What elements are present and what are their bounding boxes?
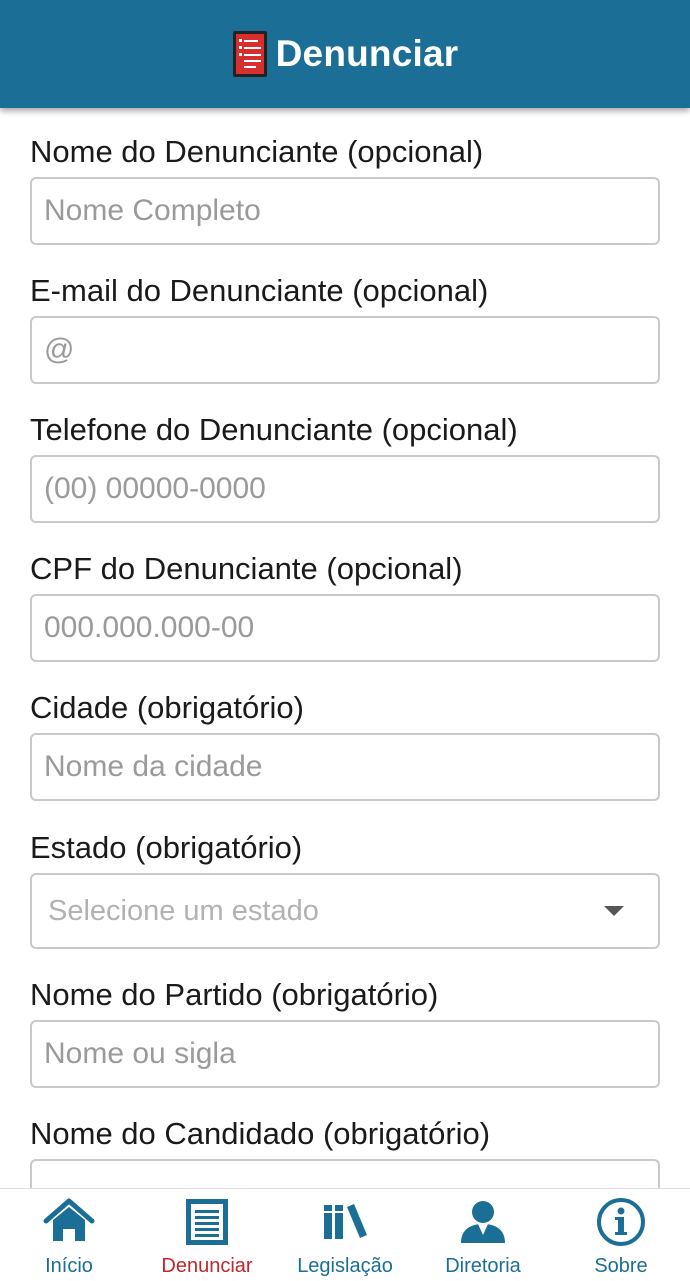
reporter-name-label: Nome do Denunciante (opcional) [30, 134, 484, 169]
document-icon [186, 1199, 228, 1245]
page-title: Denunciar [275, 33, 459, 74]
reporter-cpf-label: CPF do Denunciante (opcional) [30, 551, 463, 586]
nav-label-inicio: Início [45, 1255, 93, 1277]
report-form-icon [232, 31, 267, 77]
reporter-cpf-input[interactable] [30, 594, 660, 662]
nav-label-sobre: Sobre [594, 1255, 648, 1277]
reporter-phone-label: Telefone do Denunciante (opcional) [30, 412, 518, 447]
person-icon [461, 1201, 505, 1243]
reporter-email-input[interactable] [30, 316, 660, 384]
candidate-input[interactable] [30, 1159, 660, 1188]
party-input[interactable] [30, 1020, 660, 1088]
reporter-name-input[interactable] [30, 177, 660, 245]
info-icon [597, 1198, 645, 1246]
nav-item-inicio[interactable]: Início [0, 1189, 138, 1281]
report-form: Nome do Denunciante (opcional) E-mail do… [0, 108, 690, 1188]
candidate-label: Nome do Candidado (obrigatório) [30, 1116, 491, 1151]
city-input[interactable] [30, 733, 660, 801]
home-icon [43, 1198, 95, 1241]
nav-item-denunciar[interactable]: Denunciar [138, 1189, 276, 1281]
state-select[interactable]: Selecione um estado [30, 873, 660, 949]
app-header: Denunciar [0, 0, 690, 108]
reporter-email-label: E-mail do Denunciante (opcional) [30, 273, 489, 308]
nav-item-legislacao[interactable]: Legislação [276, 1189, 414, 1281]
party-label: Nome do Partido (obrigatório) [30, 977, 439, 1012]
caret-down-icon [604, 906, 624, 916]
city-label: Cidade (obrigatório) [30, 690, 304, 725]
nav-label-legislacao: Legislação [297, 1255, 393, 1277]
nav-item-diretoria[interactable]: Diretoria [414, 1189, 552, 1281]
bottom-nav: Início Denunciar Legislação Diretoria So… [0, 1188, 690, 1281]
nav-item-sobre[interactable]: Sobre [552, 1189, 690, 1281]
books-icon [324, 1204, 367, 1239]
nav-label-diretoria: Diretoria [445, 1255, 521, 1277]
state-label: Estado (obrigatório) [30, 830, 303, 865]
nav-label-denunciar: Denunciar [161, 1255, 253, 1277]
state-select-value: Selecione um estado [48, 894, 319, 927]
reporter-phone-input[interactable] [30, 455, 660, 523]
